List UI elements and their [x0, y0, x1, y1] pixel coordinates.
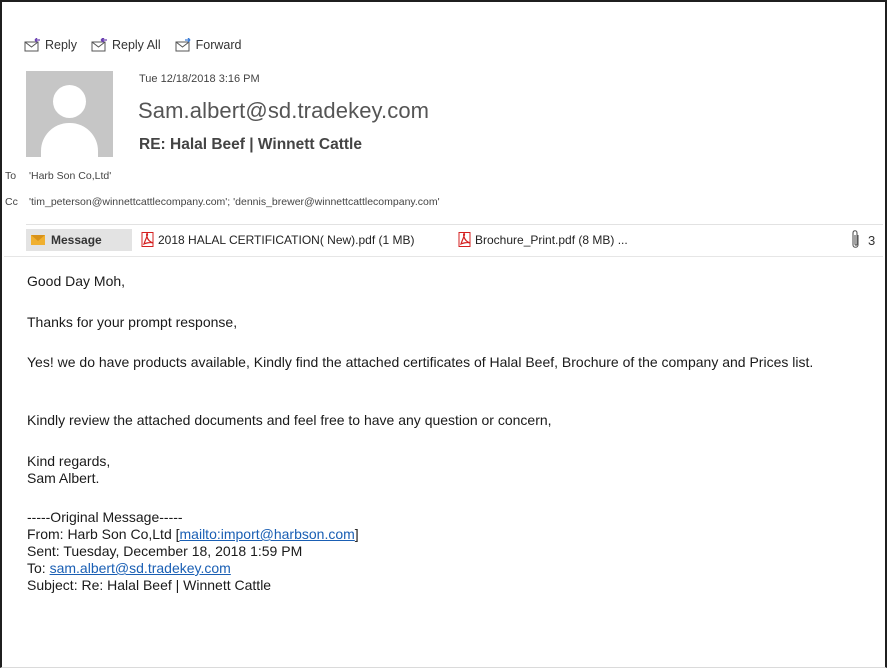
original-message-header: -----Original Message-----: [27, 509, 183, 525]
signature-closing: Kind regards,: [27, 453, 111, 469]
pdf-icon: [458, 232, 471, 247]
original-from: From: Harb Son Co,Ltd [mailto:import@har…: [27, 526, 359, 543]
original-to: To: sam.albert@sd.tradekey.com: [27, 560, 359, 577]
original-subject: Subject: Re: Halal Beef | Winnett Cattle: [27, 577, 272, 593]
original-sent: Sent: Tuesday, December 18, 2018 1:59 PM: [27, 543, 303, 559]
forward-icon: [175, 38, 191, 52]
to-label: To: [5, 170, 17, 182]
original-to-prefix: To:: [27, 560, 50, 576]
cc-recipients[interactable]: 'tim_peterson@winnettcattlecompany.com';…: [29, 196, 440, 208]
signature-name: Sam Albert.: [27, 470, 100, 486]
forward-button[interactable]: Forward: [175, 38, 242, 52]
original-from-suffix: ]: [354, 526, 359, 542]
avatar-head-shape: [53, 85, 86, 118]
attachment-count[interactable]: 3: [850, 230, 875, 250]
reply-all-label: Reply All: [111, 38, 161, 52]
body-greeting: Good Day Moh,: [27, 273, 126, 289]
reply-icon: [24, 38, 40, 52]
body-signature: Kind regards, Sam Albert.: [27, 453, 110, 487]
cc-label: Cc: [5, 196, 18, 208]
original-to-link[interactable]: sam.albert@sd.tradekey.com: [50, 560, 231, 576]
avatar-shoulders-shape: [41, 123, 98, 157]
reply-label: Reply: [45, 38, 77, 52]
header-divider: [4, 256, 883, 257]
body-paragraph: Thanks for your prompt response,: [27, 314, 238, 330]
reply-button[interactable]: Reply: [24, 38, 77, 52]
pdf-icon: [141, 232, 154, 247]
envelope-icon: [31, 235, 45, 245]
attachment-bar: Message 2018 HALAL CERTIFICATION( New).p…: [26, 224, 883, 255]
attachment-halal-certification[interactable]: 2018 HALAL CERTIFICATION( New).pdf (1 MB…: [141, 232, 415, 247]
to-recipient[interactable]: 'Harb Son Co,Ltd': [29, 170, 111, 182]
message-tab[interactable]: Message: [26, 229, 132, 251]
reply-all-button[interactable]: Reply All: [91, 38, 161, 52]
attachment-count-value: 3: [868, 232, 876, 248]
message-tab-label: Message: [51, 233, 102, 247]
forward-label: Forward: [195, 38, 242, 52]
to-line: To 'Harb Son Co,Ltd': [5, 170, 111, 182]
body-paragraph: Kindly review the attached documents and…: [27, 412, 552, 428]
sender-address[interactable]: Sam.albert@sd.tradekey.com: [138, 98, 429, 124]
attachment-label: 2018 HALAL CERTIFICATION( New).pdf (1 MB…: [158, 232, 415, 247]
cc-line: Cc 'tim_peterson@winnettcattlecompany.com…: [5, 196, 440, 208]
sender-avatar: [26, 71, 113, 157]
original-from-prefix: From: Harb Son Co,Ltd [: [27, 526, 180, 542]
original-from-link[interactable]: mailto:import@harbson.com: [180, 526, 355, 542]
action-toolbar: Reply Reply All Forward: [24, 38, 241, 52]
reply-all-icon: [91, 38, 107, 52]
sent-date: Tue 12/18/2018 3:16 PM: [139, 73, 260, 85]
attachment-label: Brochure_Print.pdf (8 MB) ...: [475, 232, 628, 247]
paperclip-icon: [852, 230, 859, 248]
original-message: -----Original Message----- From: Harb So…: [27, 509, 359, 594]
attachment-brochure[interactable]: Brochure_Print.pdf (8 MB) ...: [458, 232, 628, 247]
body-paragraph: Yes! we do have products available, Kind…: [27, 354, 814, 370]
email-subject: RE: Halal Beef | Winnett Cattle: [139, 136, 362, 153]
email-window: Reply Reply All Forward Tue 12/18/2018 3…: [0, 0, 887, 668]
